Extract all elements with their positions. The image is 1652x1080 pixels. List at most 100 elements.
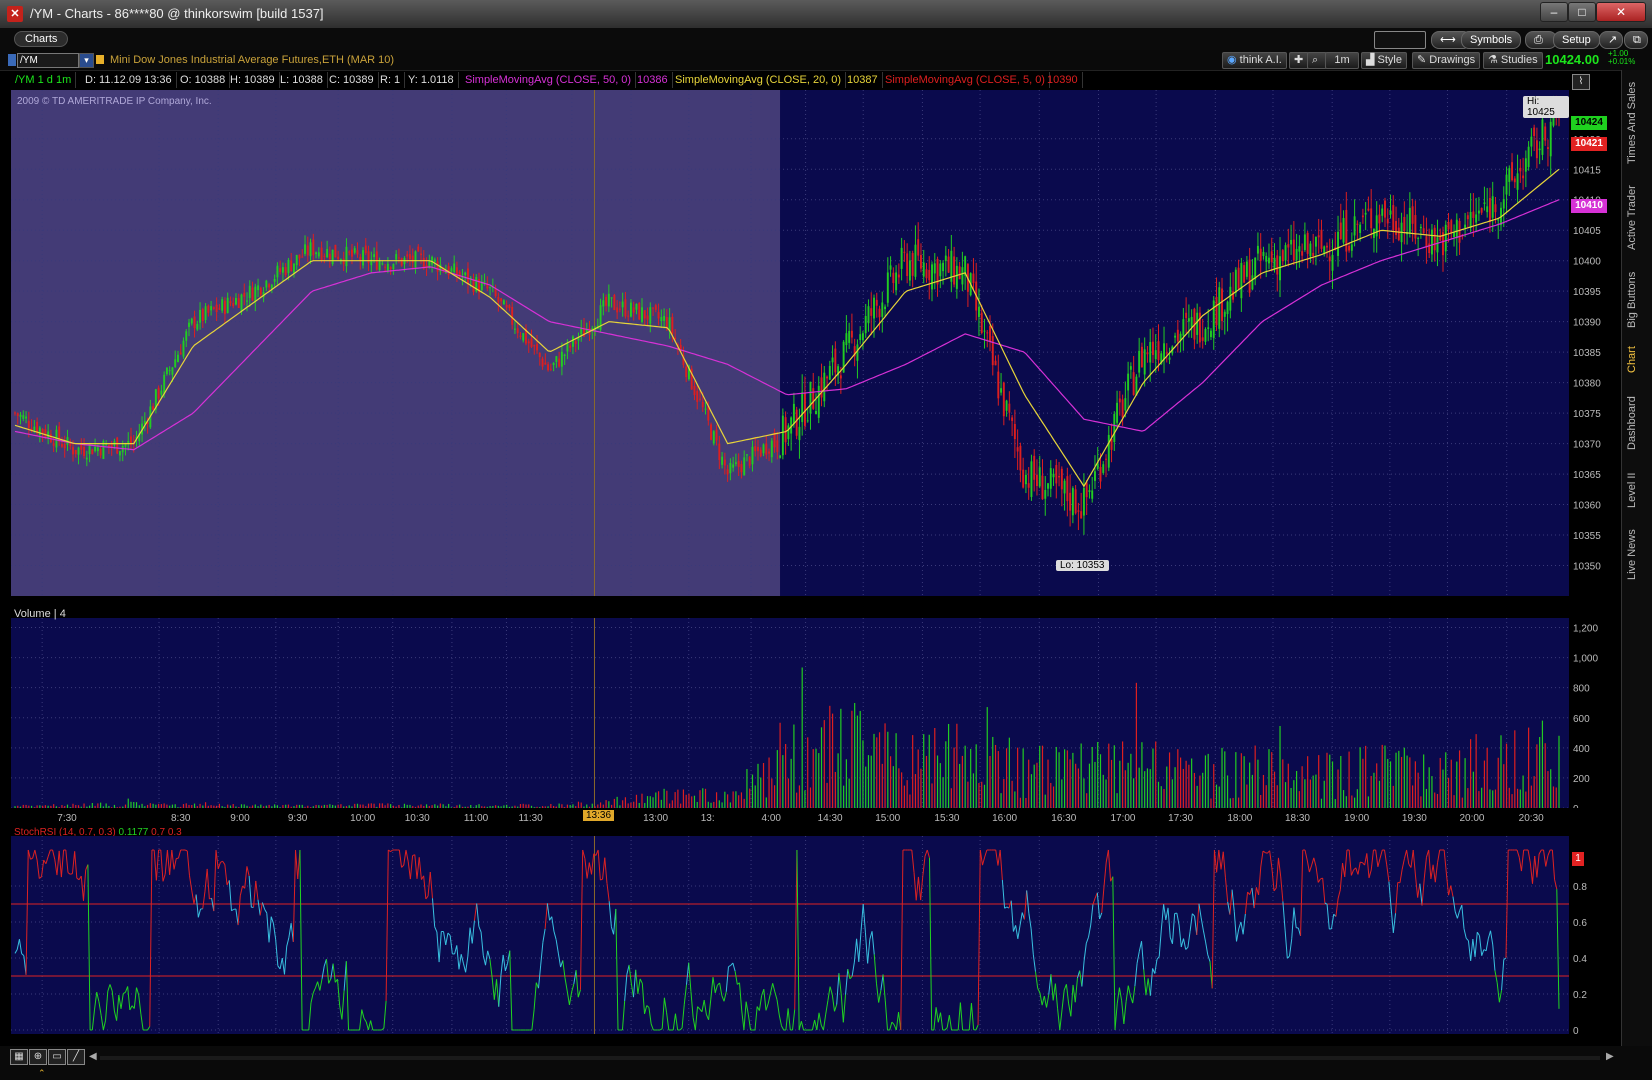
price-candle: [779, 455, 782, 458]
price-candle: [1248, 259, 1251, 293]
stochrsi-segment: [1260, 851, 1264, 867]
symbol-period[interactable]: /YM 1 d 1m: [11, 72, 77, 88]
price-pane[interactable]: 2009 © TD AMERITRADE IP Company, Inc. Hi…: [11, 90, 1569, 596]
stochrsi-segment: [1291, 907, 1295, 939]
stochrsi-segment: [1010, 900, 1014, 932]
stochrsi-segment: [1379, 849, 1383, 859]
link-group-icon[interactable]: [8, 54, 16, 66]
price-candle: [254, 286, 257, 302]
scroll-right-icon[interactable]: ▶: [1606, 1051, 1614, 1062]
price-candle: [326, 249, 329, 258]
tab-charts[interactable]: Charts: [14, 31, 69, 47]
symbol-lookup-icon[interactable]: ▾: [79, 53, 94, 68]
price-candle: [892, 272, 895, 284]
side-tab-big-buttons[interactable]: Big Buttons: [1626, 265, 1648, 335]
stochrsi-segment: [186, 850, 190, 876]
price-candle: [922, 262, 925, 277]
reset-icon[interactable]: ▭: [48, 1049, 66, 1065]
color-swatch-button[interactable]: [1374, 31, 1426, 49]
setup-button[interactable]: Setup: [1553, 31, 1600, 49]
style-button[interactable]: ▟ Style: [1361, 52, 1407, 69]
grid-layout-icon[interactable]: ▦: [10, 1049, 28, 1065]
sma50-label[interactable]: SimpleMovingAvg (CLOSE, 50, 0): [461, 72, 637, 88]
stochrsi-segment: [469, 927, 473, 944]
price-candle: [1256, 245, 1259, 254]
stochrsi-segment: [476, 903, 480, 927]
volume-axis[interactable]: 0 200 400 600 800 1,000 1,200: [1569, 606, 1621, 815]
side-tab-active-trader[interactable]: Active Trader: [1626, 178, 1648, 258]
studies-button[interactable]: ⚗ Studies: [1483, 52, 1543, 69]
price-candle: [759, 449, 762, 457]
minimize-icon[interactable]: –: [1540, 2, 1568, 22]
stochrsi-segment: [639, 978, 643, 984]
maximize-icon[interactable]: □: [1568, 2, 1596, 22]
price-candle: [1055, 465, 1058, 484]
pin-icon[interactable]: ↗: [1599, 31, 1623, 49]
stochrsi-segment: [1443, 849, 1447, 873]
sma5-label[interactable]: SimpleMovingAvg (CLOSE, 5, 0): [881, 72, 1050, 88]
zoom-icon[interactable]: ⌕: [1307, 52, 1327, 69]
price-candle: [88, 444, 91, 455]
crosshair-icon[interactable]: ✚: [1289, 52, 1309, 69]
price-candle: [395, 254, 398, 260]
aggregation-dropdown[interactable]: 1m: [1325, 52, 1359, 69]
expand-panel-icon[interactable]: ⌃: [38, 1068, 46, 1079]
price-candle: [1185, 312, 1188, 319]
price-candle: [624, 299, 627, 317]
stochrsi-segment: [630, 983, 634, 998]
price-candle: [845, 333, 848, 346]
price-candle: [1419, 226, 1422, 229]
drawings-button[interactable]: ✎ Drawings: [1412, 52, 1481, 69]
price-candle: [629, 302, 632, 317]
side-tab-dashboard[interactable]: Dashboard: [1626, 388, 1648, 458]
stochrsi-pane[interactable]: [11, 836, 1569, 1034]
price-candle: [1292, 239, 1295, 261]
scroll-left-icon[interactable]: ◀: [89, 1051, 97, 1062]
stochrsi-segment: [829, 986, 833, 995]
symbols-button[interactable]: Symbols: [1461, 31, 1522, 49]
detach-icon[interactable]: ⧉: [1624, 31, 1648, 49]
stochrsi-segment: [882, 974, 886, 1001]
stochrsi-segment: [1030, 928, 1034, 955]
price-candle: [641, 307, 643, 322]
side-tab-level-ii[interactable]: Level II: [1626, 465, 1648, 515]
time-axis[interactable]: 7:308:309:009:3010:0010:3011:0011:3012:3…: [11, 808, 1606, 826]
symbol-input[interactable]: /YM: [17, 53, 79, 68]
stochrsi-segment: [1406, 849, 1410, 865]
sma20-label[interactable]: SimpleMovingAvg (CLOSE, 20, 0): [671, 72, 847, 88]
side-tab-times-and-sales[interactable]: Times And Sales: [1626, 78, 1648, 168]
stochrsi-segment: [1399, 869, 1403, 883]
stochrsi-segment: [728, 965, 731, 968]
think-ai-button[interactable]: ◉ think A.I.: [1222, 52, 1287, 69]
price-candle: [85, 457, 88, 460]
stochrsi-segment: [1456, 910, 1461, 919]
stochrsi-segment: [1370, 849, 1374, 870]
time-tick-label: 19:00: [1344, 813, 1369, 824]
price-axis[interactable]: 10350 10355 10360 10365 10370 10375 10380 10385…: [1569, 90, 1621, 596]
draw-line-icon[interactable]: ╱: [67, 1049, 85, 1065]
pct-change: +0.01%: [1608, 57, 1636, 66]
stochrsi-segment: [268, 916, 272, 943]
price-candle: [417, 246, 420, 252]
stochrsi-segment: [586, 862, 590, 879]
horizontal-scrollbar[interactable]: [100, 1056, 1600, 1060]
stochrsi-segment: [257, 899, 261, 916]
close-icon[interactable]: ✕: [1596, 2, 1646, 22]
stochrsi-segment: [566, 990, 570, 1006]
stochrsi-segment: [1337, 889, 1341, 899]
stochrsi-segment: [732, 962, 736, 972]
price-candle: [1447, 222, 1450, 230]
chart-settings-icon[interactable]: ⌇: [1572, 74, 1590, 90]
side-tab-chart[interactable]: Chart: [1626, 340, 1648, 380]
stochrsi-segment: [1529, 862, 1533, 884]
zoom-in-icon[interactable]: ⊕: [29, 1049, 47, 1065]
price-candle: [809, 381, 812, 414]
stochrsi-segment: [723, 991, 727, 1002]
stochrsi-segment: [1368, 869, 1372, 879]
volume-pane[interactable]: Volume | 4: [11, 606, 1569, 809]
price-candle: [1494, 204, 1497, 213]
side-tab-live-news[interactable]: Live News: [1626, 520, 1648, 590]
stochrsi-segment: [222, 860, 226, 865]
stochrsi-segment: [834, 1004, 838, 1012]
stochrsi-segment: [94, 992, 98, 1010]
